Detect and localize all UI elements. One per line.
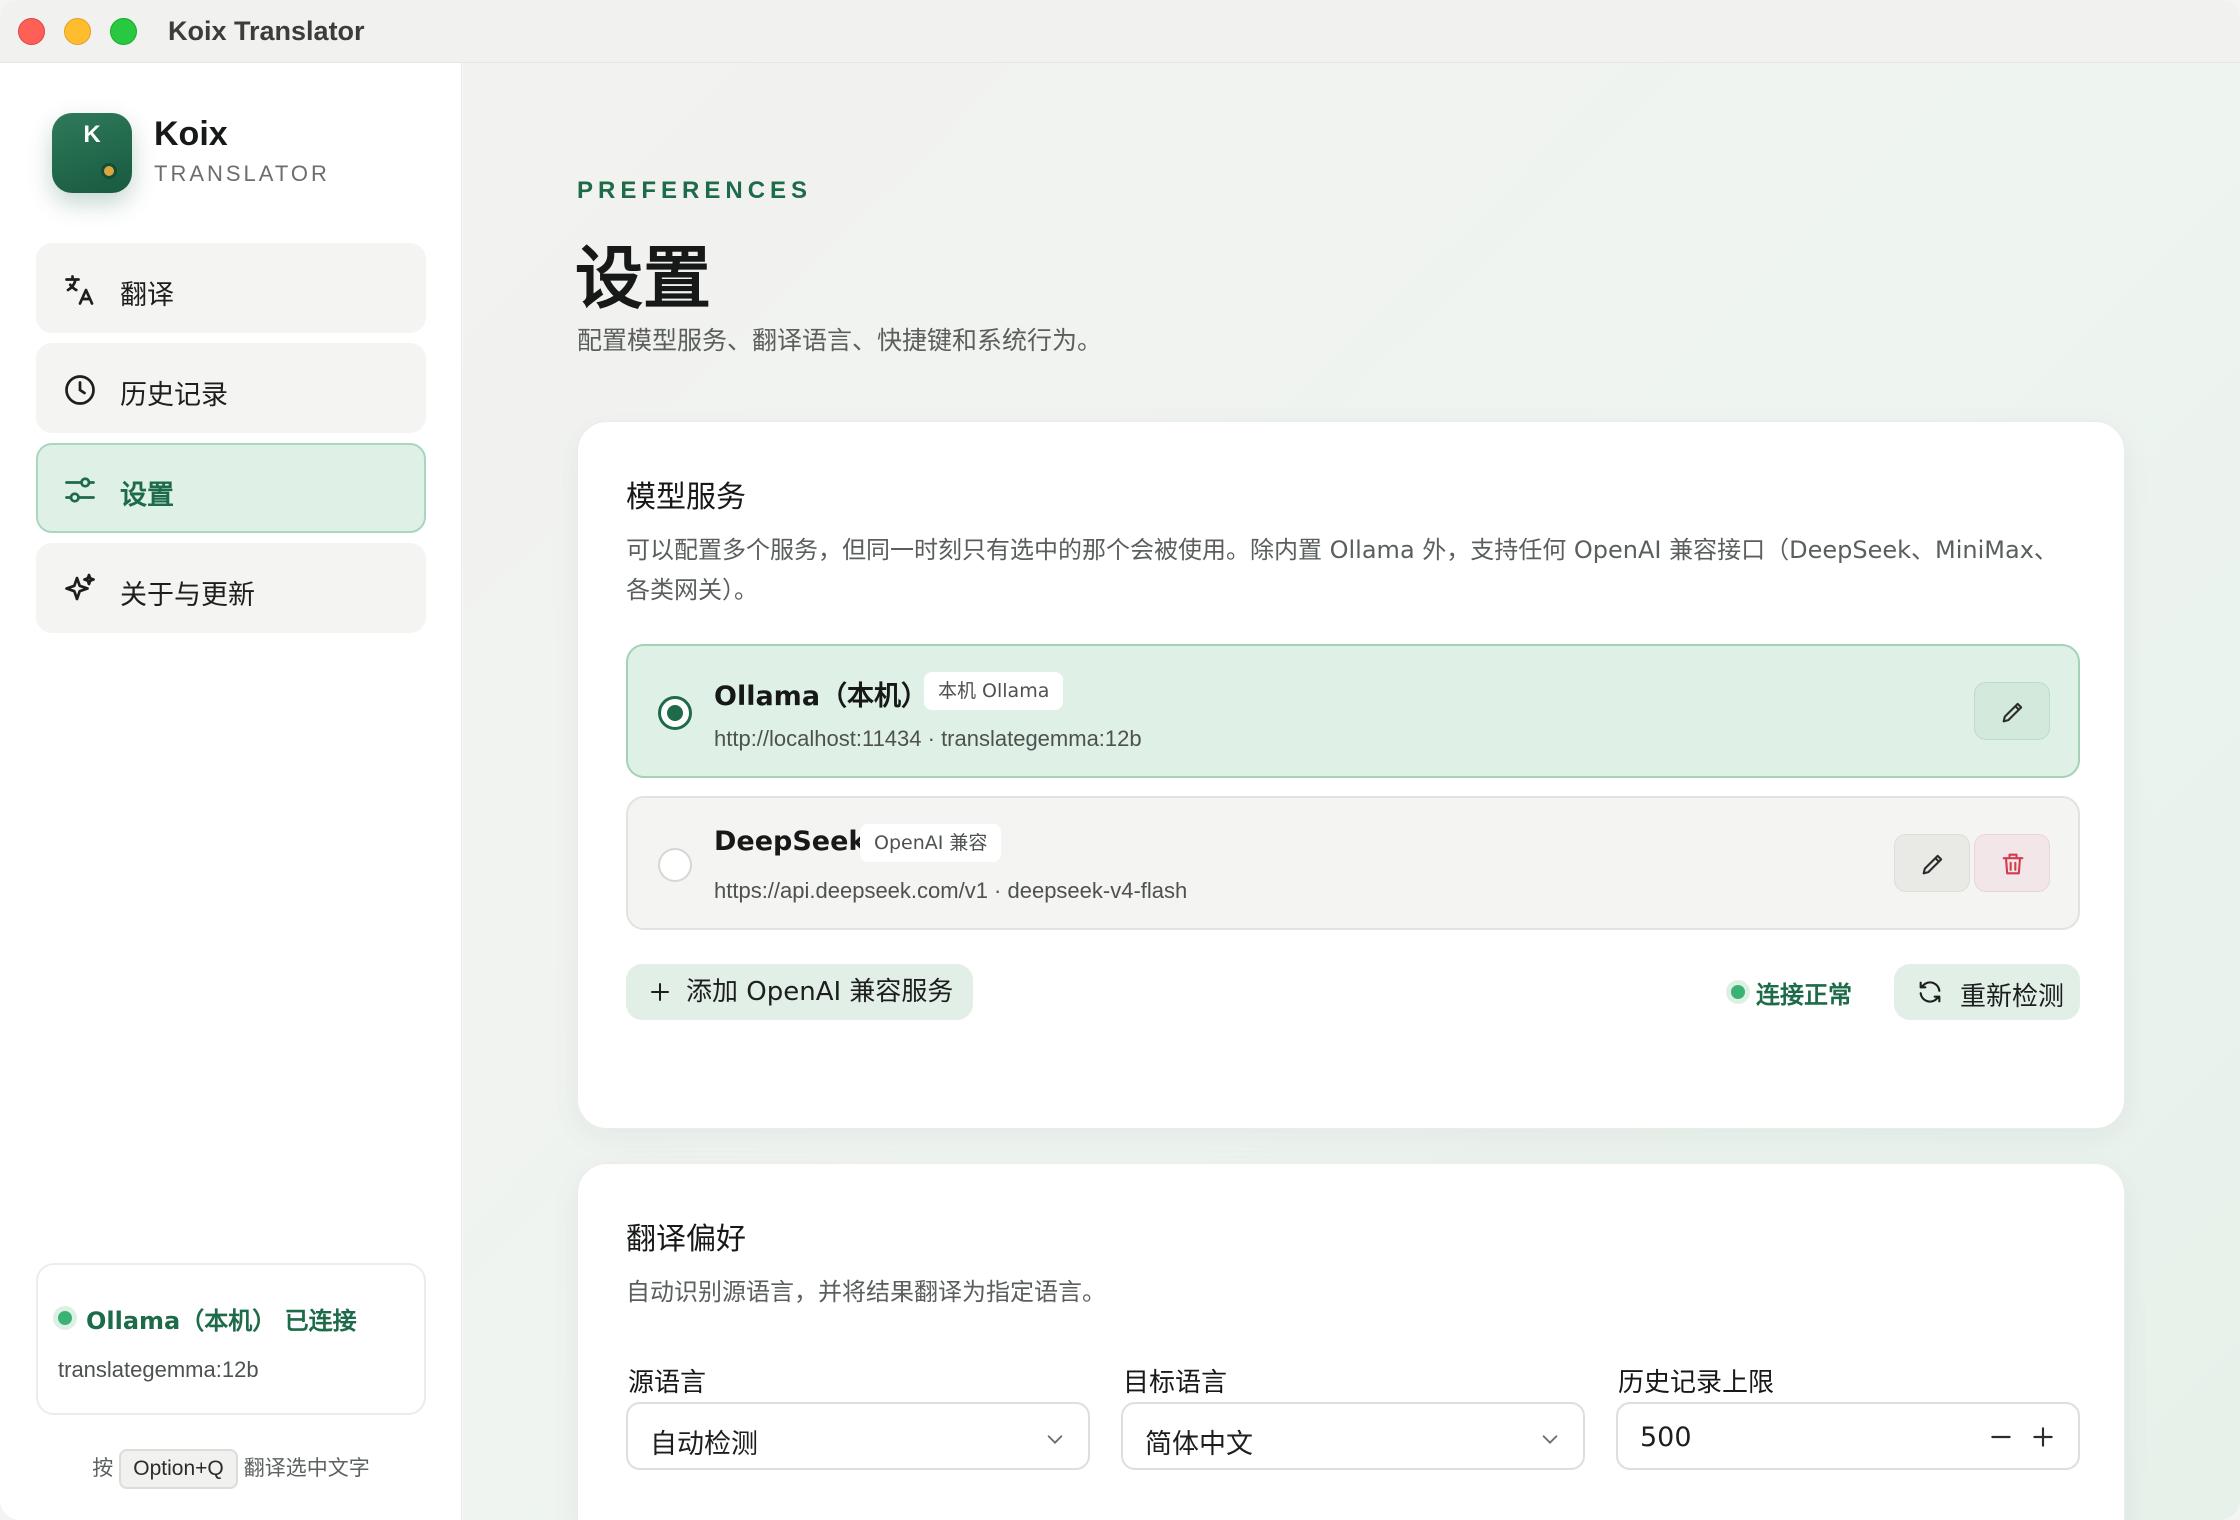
history-limit-stepper[interactable]: 500	[1616, 1402, 2080, 1470]
sidebar-item-about[interactable]: 关于与更新	[36, 543, 426, 633]
service-name: DeepSeek	[714, 826, 867, 857]
chevron-down-icon	[1047, 1435, 1063, 1444]
brand-name: Koix	[154, 115, 228, 153]
sliders-icon	[65, 477, 95, 503]
card-description: 自动识别源语言，并将结果翻译为指定语言。	[626, 1278, 1106, 1306]
sidebar-item-label: 历史记录	[120, 380, 228, 411]
refresh-icon	[1919, 981, 1941, 1003]
sidebar-item-translate[interactable]: 翻译	[36, 243, 426, 333]
service-tag: 本机 Ollama	[924, 672, 1064, 710]
close-window-button[interactable]	[18, 18, 45, 45]
clock-icon	[65, 375, 95, 405]
shortcut-hint: 按 Option+Q 翻译选中文字	[0, 1449, 462, 1489]
card-title: 模型服务	[626, 480, 746, 515]
source-language-value: 自动检测	[650, 1429, 758, 1460]
connection-status: 连接正常	[1756, 981, 1852, 1009]
app-logo: K	[52, 113, 132, 193]
card-title: 翻译偏好	[626, 1222, 746, 1257]
service-item-deepseek[interactable]: DeepSeek OpenAI 兼容 https://api.deepseek.…	[626, 796, 2080, 930]
card-description: 可以配置多个服务，但同一时刻只有选中的那个会被使用。除内置 Ollama 外，支…	[626, 536, 2058, 604]
minus-icon[interactable]	[1988, 1424, 2014, 1450]
logo-letter: K	[83, 121, 101, 148]
edit-service-button[interactable]	[1894, 834, 1970, 892]
service-url: https://api.deepseek.com/v1 · deepseek-v…	[714, 878, 1188, 903]
sidebar-item-label: 翻译	[120, 280, 174, 311]
trash-icon	[2002, 853, 2024, 875]
maximize-window-button[interactable]	[110, 18, 137, 45]
translation-preferences-card: 翻译偏好 自动识别源语言，并将结果翻译为指定语言。 源语言 自动检测 目标语言 …	[577, 1163, 2125, 1520]
model-services-card: 模型服务 可以配置多个服务，但同一时刻只有选中的那个会被使用。除内置 Ollam…	[577, 421, 2125, 1129]
logo-dot	[101, 163, 117, 179]
status-text: Ollama（本机） 已连接	[86, 1307, 357, 1335]
sparkles-icon	[65, 573, 95, 601]
service-tag: OpenAI 兼容	[860, 824, 1002, 862]
page-eyebrow: PREFERENCES	[577, 177, 813, 204]
edit-service-button[interactable]	[1974, 682, 2050, 740]
delete-service-button[interactable]	[1974, 834, 2050, 892]
pencil-icon	[2002, 702, 2023, 723]
recheck-button[interactable]: 重新检测	[1894, 964, 2080, 1020]
minimize-window-button[interactable]	[64, 18, 91, 45]
status-model: translategemma:12b	[58, 1357, 259, 1382]
translate-icon	[65, 275, 94, 305]
brand-subtitle: TRANSLATOR	[154, 161, 330, 186]
service-name: Ollama（本机）	[714, 681, 929, 712]
page-title: 设置	[575, 240, 712, 319]
target-language-label: 目标语言	[1123, 1368, 1228, 1398]
plus-icon[interactable]	[2030, 1424, 2056, 1450]
service-url: http://localhost:11434 · translategemma:…	[714, 726, 1142, 751]
service-item-ollama[interactable]: Ollama（本机） 本机 Ollama http://localhost:11…	[626, 644, 2080, 778]
add-service-button[interactable]: 添加 OpenAI 兼容服务	[626, 964, 974, 1020]
sidebar-item-label: 设置	[120, 480, 174, 511]
source-language-label: 源语言	[628, 1368, 707, 1398]
source-language-select[interactable]: 自动检测	[626, 1402, 1090, 1470]
target-language-value: 简体中文	[1145, 1429, 1253, 1460]
status-indicator	[58, 1311, 72, 1325]
sidebar-item-label: 关于与更新	[120, 580, 255, 611]
history-limit-value: 500	[1640, 1422, 1692, 1453]
plus-icon	[651, 983, 669, 1001]
connection-status-card: Ollama（本机） 已连接 translategemma:12b	[36, 1263, 426, 1415]
sidebar: K Koix TRANSLATOR 翻译 历史记录 设置 关于与更新 Ollam…	[0, 63, 462, 1520]
window-title: Koix Translator	[168, 16, 365, 46]
shortcut-key: Option+Q	[119, 1449, 238, 1489]
hint-suffix: 翻译选中文字	[243, 1456, 370, 1480]
recheck-label: 重新检测	[1960, 982, 2065, 1012]
chevron-down-icon	[1542, 1435, 1558, 1444]
service-radio[interactable]	[658, 848, 692, 882]
add-service-label: 添加 OpenAI 兼容服务	[686, 977, 954, 1007]
hint-prefix: 按	[92, 1456, 114, 1480]
title-bar: Koix Translator	[0, 0, 2240, 63]
sidebar-item-settings[interactable]: 设置	[36, 443, 426, 533]
main-content: PREFERENCES 设置 配置模型服务、翻译语言、快捷键和系统行为。 模型服…	[463, 63, 2240, 1520]
sidebar-item-history[interactable]: 历史记录	[36, 343, 426, 433]
app-window: Koix Translator K Koix TRANSLATOR 翻译 历史记…	[0, 0, 2240, 1520]
target-language-select[interactable]: 简体中文	[1121, 1402, 1585, 1470]
connection-indicator	[1731, 985, 1745, 999]
history-limit-label: 历史记录上限	[1618, 1368, 1775, 1398]
pencil-icon	[1922, 854, 1943, 875]
page-description: 配置模型服务、翻译语言、快捷键和系统行为。	[577, 326, 1103, 355]
service-radio[interactable]	[658, 696, 692, 730]
